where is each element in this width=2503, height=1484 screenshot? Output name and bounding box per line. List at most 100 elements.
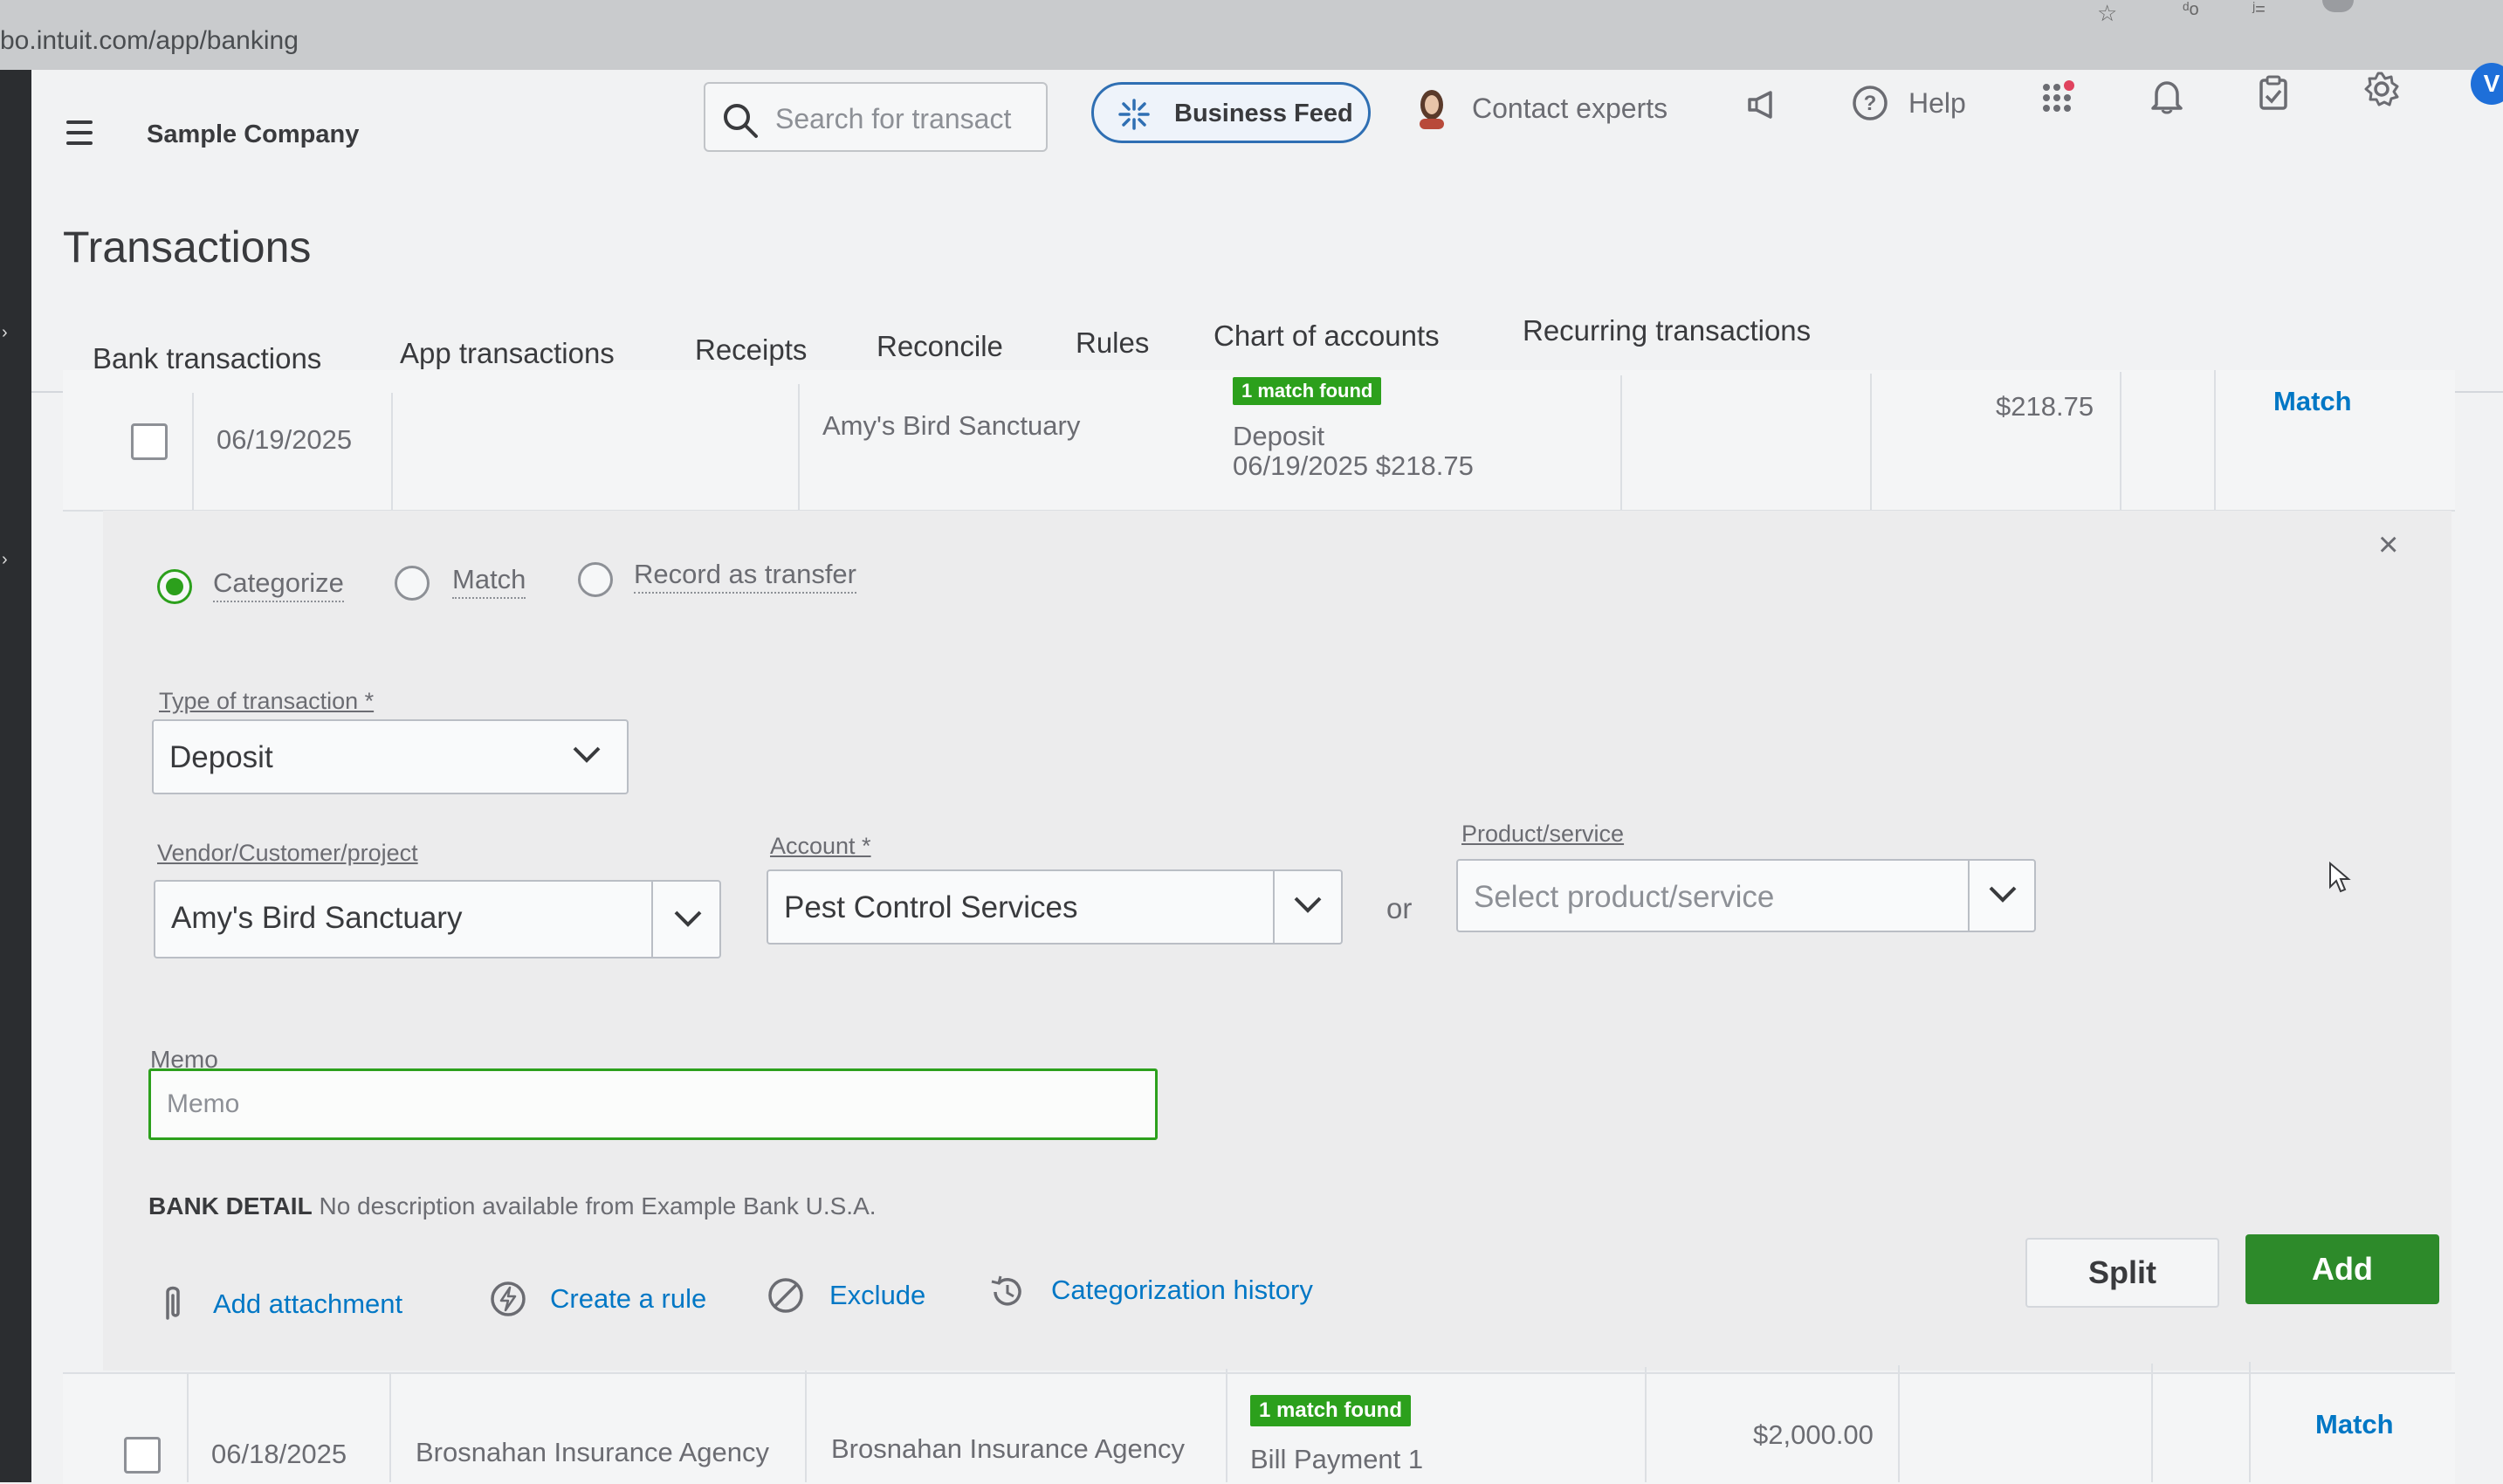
column-divider [1870,374,1872,510]
add-attachment-link[interactable]: Add attachment [213,1288,402,1320]
settings-gear-icon[interactable] [2362,70,2401,108]
account-value: Pest Control Services [784,890,1078,924]
account-select[interactable]: Pest Control Services [767,869,1343,945]
extension-icon[interactable]: ᵈo [2183,0,2214,19]
column-divider [2249,1362,2251,1482]
row-select-checkbox[interactable] [131,423,168,460]
tab-rules[interactable]: Rules [1076,326,1149,360]
page-title: Transactions [63,223,312,271]
categorize-radio[interactable] [157,569,192,604]
exclude-icon[interactable] [767,1276,805,1315]
bank-detail: BANK DETAIL No description available fro… [148,1192,877,1220]
tab-recurring-transactions[interactable]: Recurring transactions [1523,314,1811,347]
tab-receipts[interactable]: Receipts [695,333,807,367]
vendor-label: Vendor/Customer/project [157,840,418,866]
column-divider [391,393,393,510]
menu-toggle-icon[interactable] [66,120,105,152]
lightning-rule-icon[interactable] [489,1280,527,1318]
bank-detail-label: BANK DETAIL [148,1192,313,1219]
sparkle-icon [1118,99,1150,130]
select-divider [1273,871,1275,943]
match-found-badge: 1 match found [1233,377,1382,405]
row-description: Brosnahan Insurance Agency [416,1437,769,1467]
column-divider [2151,1364,2153,1482]
type-of-transaction-label: Type of transaction * [159,688,375,714]
apps-grid-icon[interactable] [2039,77,2078,115]
chevron-right-icon: › [2,550,8,569]
memo-input[interactable] [165,1089,1129,1120]
column-divider [805,1371,807,1482]
browser-url-bar: bo.intuit.com/app/banking ☆ ᵈo ʲ= [0,0,2503,70]
record-transfer-radio[interactable] [578,562,613,597]
search-icon [724,104,758,138]
match-action-link[interactable]: Match [2315,1409,2394,1440]
record-transfer-radio-label[interactable]: Record as transfer [634,559,856,594]
categorize-radio-label[interactable]: Categorize [213,567,344,602]
product-service-label: Product/service [1461,821,1625,847]
help-icon[interactable]: ? [1851,84,1889,122]
vendor-select[interactable]: Amy's Bird Sanctuary [154,880,721,958]
left-edge-strip: › › [0,70,31,1482]
search-placeholder: Search for transact [775,103,1012,134]
column-divider [1620,375,1622,510]
tab-reconcile[interactable]: Reconcile [877,330,1003,363]
memo-field[interactable] [148,1068,1158,1140]
notifications-bell-icon[interactable] [2148,77,2186,115]
row-payee: Amy's Bird Sanctuary [822,410,1081,441]
chevron-down-icon [1989,886,2017,903]
chevron-down-icon [674,910,702,927]
categorization-history-link[interactable]: Categorization history [1051,1274,1313,1306]
column-divider [389,1372,391,1482]
profile-icon[interactable] [2322,0,2354,12]
match-radio[interactable] [395,566,430,601]
chevron-right-icon: › [2,323,8,342]
add-button[interactable]: Add [2245,1234,2439,1304]
star-icon[interactable]: ☆ [2097,0,2128,26]
business-feed-button[interactable]: Business Feed [1091,82,1371,143]
mouse-cursor-icon [2329,861,2351,893]
company-name: Sample Company [147,120,360,148]
match-action-link[interactable]: Match [2273,386,2352,417]
chevron-down-icon [573,746,601,763]
row-select-checkbox[interactable] [124,1437,161,1474]
column-divider [192,393,194,510]
svg-text:?: ? [1864,92,1877,115]
business-feed-label: Business Feed [1174,100,1353,127]
chevron-down-icon [1294,897,1322,913]
close-icon[interactable]: × [2378,526,2398,565]
row-amount: $218.75 [1996,391,2094,422]
url-text[interactable]: bo.intuit.com/app/banking [0,26,299,56]
vendor-value: Amy's Bird Sanctuary [171,901,463,935]
tab-app-transactions[interactable]: App transactions [400,337,615,370]
product-service-placeholder: Select product/service [1474,880,1775,914]
row-amount: $2,000.00 [1753,1419,1874,1450]
column-divider [2214,370,2216,510]
product-service-select[interactable]: Select product/service [1456,859,2036,932]
select-divider [651,882,653,957]
row-payee: Brosnahan Insurance Agency [831,1433,1185,1464]
paperclip-icon[interactable] [154,1283,192,1322]
reading-list-icon[interactable]: ʲ= [2252,0,2284,19]
column-divider [187,1374,189,1482]
search-box[interactable]: Search for transact [704,82,1048,152]
column-divider [1898,1365,1900,1482]
split-button[interactable]: Split [2025,1238,2219,1308]
tab-chart-of-accounts[interactable]: Chart of accounts [1214,319,1440,353]
help-link[interactable]: Help [1908,87,1966,120]
account-label: Account * [770,833,871,859]
clipboard-checklist-icon[interactable] [2254,73,2293,112]
column-divider [1226,1369,1227,1482]
type-of-transaction-value: Deposit [169,740,273,774]
match-found-badge: 1 match found [1250,1395,1412,1426]
exclude-link[interactable]: Exclude [829,1280,925,1311]
match-detail: 06/19/2025 $218.75 [1233,450,1474,481]
match-type: Bill Payment 1 [1250,1444,1424,1474]
match-radio-label[interactable]: Match [452,564,526,599]
type-of-transaction-select[interactable]: Deposit [152,719,629,794]
row-date: 06/19/2025 [217,424,353,455]
history-icon[interactable] [988,1273,1027,1311]
expert-avatar-icon[interactable] [1414,86,1449,129]
megaphone-icon[interactable] [1744,86,1783,124]
contact-experts-link[interactable]: Contact experts [1472,93,1668,125]
create-rule-link[interactable]: Create a rule [550,1283,706,1315]
